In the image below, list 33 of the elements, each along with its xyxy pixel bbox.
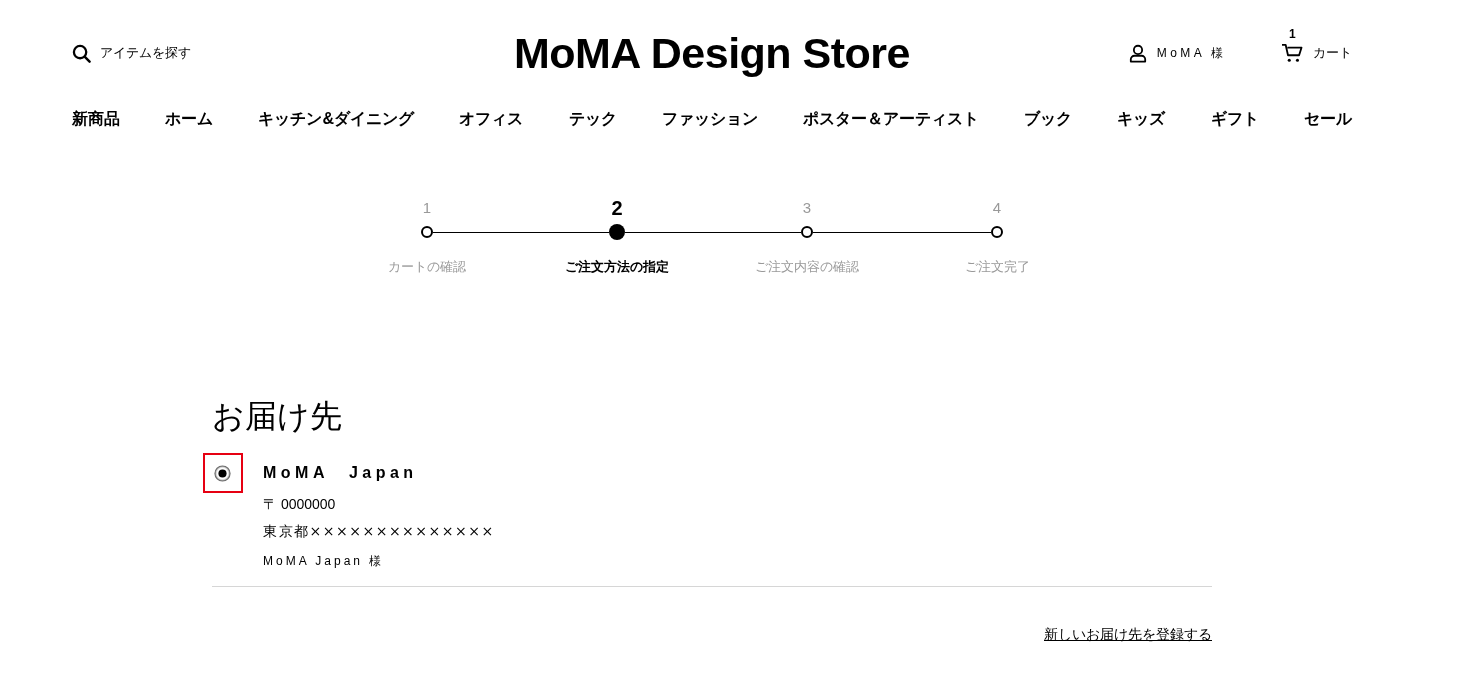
search-button[interactable]: アイテムを探す [72, 43, 191, 63]
nav-link[interactable]: ブック [1024, 107, 1073, 131]
step-number: 3 [802, 198, 812, 218]
step-label: ご注文内容の確認 [755, 258, 859, 276]
nav-link[interactable]: テック [568, 107, 617, 131]
account-link[interactable]: MoMA 様 [1128, 43, 1227, 63]
nav-link[interactable]: ギフト [1210, 107, 1259, 131]
search-icon [72, 43, 91, 63]
postal-code: 〒 0000000 [263, 495, 337, 514]
nav-link[interactable]: セール [1303, 107, 1352, 131]
nav-link[interactable]: ポスター＆アーティスト [802, 107, 979, 131]
step-number: 4 [992, 198, 1002, 218]
nav-link[interactable]: 新商品 [72, 107, 120, 131]
cart-item-count: 1 [1289, 27, 1296, 41]
step-number: 2 [611, 197, 623, 219]
step-label: ご注文方法の指定 [565, 258, 669, 276]
nav-link[interactable]: オフィス [459, 107, 524, 131]
nav-link[interactable]: ホーム [165, 107, 214, 131]
address-text: 東京都×××××××××××××× [263, 522, 495, 541]
address-name: MoMA Japan [263, 463, 419, 483]
nav-link[interactable]: ファッション [661, 107, 758, 131]
radio-button[interactable] [213, 464, 231, 482]
cart-icon [1281, 43, 1303, 63]
step-number: 1 [422, 198, 432, 218]
section-heading: お届け先 [212, 397, 343, 436]
store-logo[interactable]: MoMA Design Store [513, 28, 910, 78]
register-address-link[interactable]: 新しいお届け先を登録する [1044, 626, 1212, 644]
step-label: カートの確認 [388, 258, 466, 276]
nav-link[interactable]: キッズ [1117, 107, 1166, 131]
recipient-name: MoMA Japan 様 [263, 553, 386, 570]
nav-link[interactable]: キッチン&ダイニング [258, 107, 415, 131]
step-label: ご注文完了 [964, 258, 1030, 276]
user-icon [1128, 43, 1147, 63]
